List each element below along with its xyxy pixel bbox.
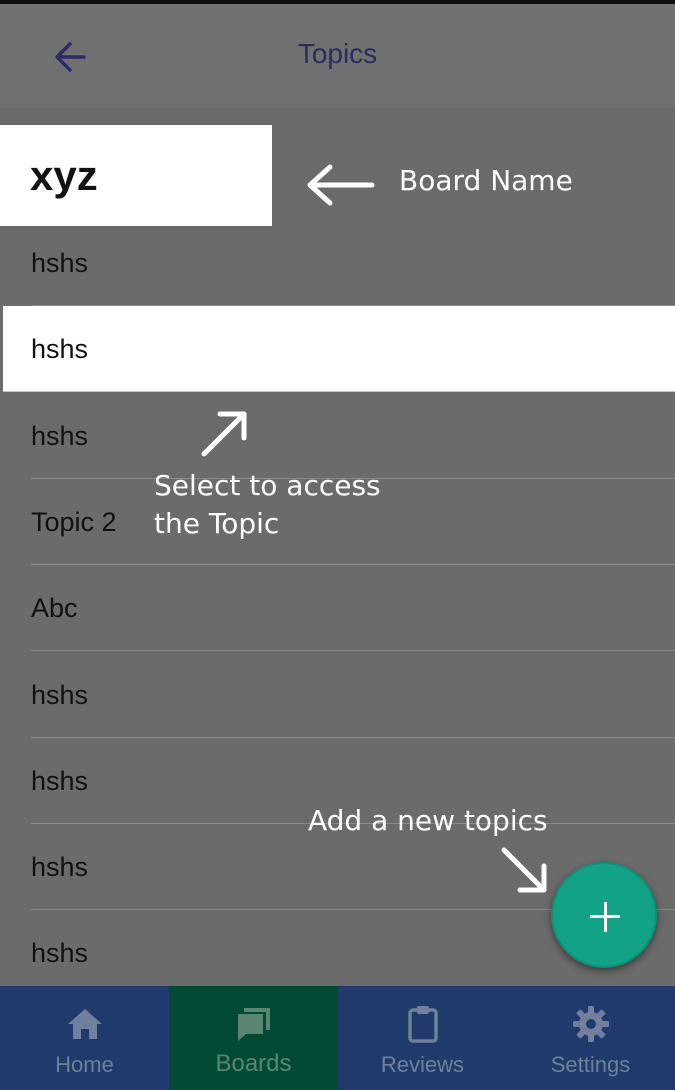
annotation-add-topic: Add a new topics xyxy=(308,804,548,837)
arrow-down-right-annotation-icon xyxy=(501,847,547,893)
nav-label-settings: Settings xyxy=(550,1052,631,1077)
topic-list-item[interactable]: hshs xyxy=(0,652,675,738)
home-icon xyxy=(67,1009,102,1039)
topic-list-item[interactable]: hshs xyxy=(0,393,675,479)
app-header: Topics xyxy=(0,4,675,108)
topic-label: hshs xyxy=(31,248,89,278)
topic-label: hshs xyxy=(31,938,89,969)
topic-label: hshs xyxy=(31,765,89,796)
nav-label-reviews: Reviews xyxy=(380,1052,465,1077)
topic-label: hshs xyxy=(31,420,89,451)
clipboard-icon xyxy=(407,1006,438,1043)
page-title: Topics xyxy=(297,38,378,69)
nav-label-home: Home xyxy=(55,1052,114,1077)
board-name: xyz xyxy=(0,125,272,226)
topic-list-item[interactable]: Abc xyxy=(0,565,675,652)
bottom-nav: Home Boards Reviews Settings xyxy=(0,986,675,1090)
annotation-select-topic-line2: the Topic xyxy=(154,507,280,540)
topic-label: hshs xyxy=(31,852,89,883)
topic-label: hshs xyxy=(31,679,89,710)
topic-label: hshs xyxy=(31,334,89,365)
topic-label: Topic 2 xyxy=(31,506,117,537)
boards-icon xyxy=(237,1008,270,1041)
arrow-left-annotation-icon xyxy=(307,164,375,206)
nav-item-reviews[interactable]: Reviews xyxy=(338,986,507,1090)
nav-item-boards[interactable]: Boards xyxy=(169,986,338,1090)
annotation-select-topic-line1: Select to access xyxy=(154,469,381,502)
topic-list-item[interactable]: hshs xyxy=(3,306,675,393)
topic-list-item[interactable]: hshs xyxy=(0,220,675,306)
nav-item-home[interactable]: Home xyxy=(0,986,169,1090)
arrow-up-right-annotation-icon xyxy=(201,411,247,457)
annotation-board-name: Board Name xyxy=(399,164,573,197)
add-topic-button[interactable] xyxy=(551,862,657,968)
nav-label-boards: Boards xyxy=(215,1050,292,1077)
nav-item-settings[interactable]: Settings xyxy=(506,986,675,1090)
topic-label: Abc xyxy=(31,593,78,624)
gear-icon xyxy=(572,1006,609,1042)
